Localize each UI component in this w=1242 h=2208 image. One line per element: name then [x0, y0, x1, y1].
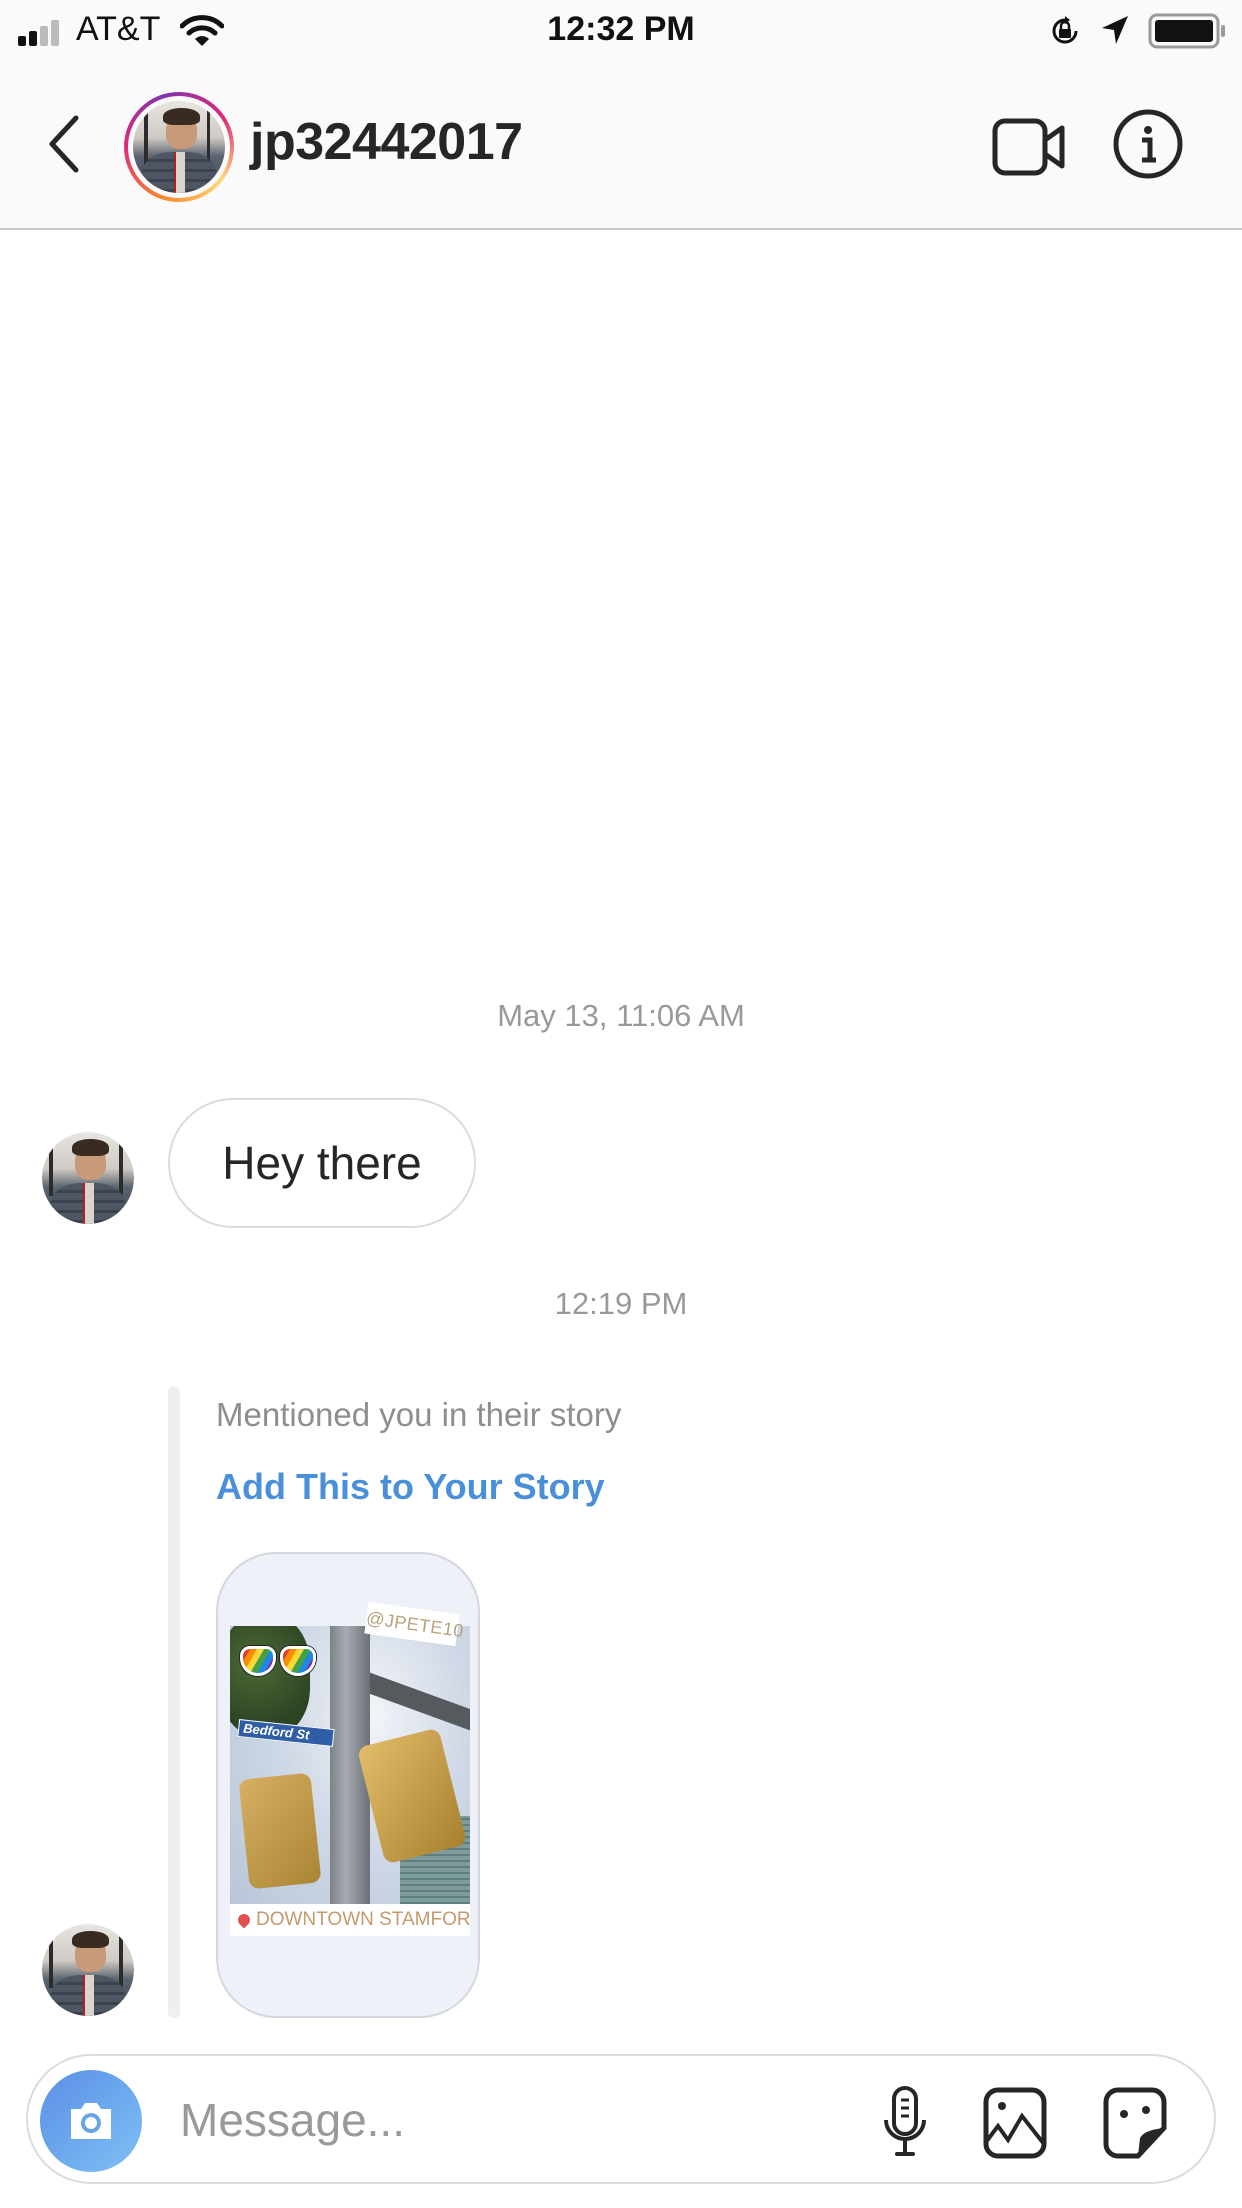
- sender-avatar[interactable]: [42, 1924, 134, 2016]
- story-reply-rail: [168, 1386, 180, 2018]
- location-sticker: DOWNTOWN STAMFORD: [230, 1904, 470, 1936]
- message-bubble[interactable]: Hey there: [168, 1098, 476, 1228]
- info-button[interactable]: [1112, 108, 1184, 180]
- street-sign: Bedford St: [237, 1719, 335, 1747]
- username-title[interactable]: jp32442017: [250, 112, 523, 172]
- orientation-lock-icon: [1052, 16, 1078, 44]
- sticker-button[interactable]: [1100, 2086, 1170, 2160]
- status-bar: AT&T 12:32 PM: [0, 0, 1242, 62]
- microphone-button[interactable]: [870, 2086, 940, 2160]
- gallery-button[interactable]: [980, 2086, 1050, 2160]
- story-mention-caption: Mentioned you in their story: [216, 1396, 622, 1433]
- sender-avatar[interactable]: [42, 1132, 134, 1224]
- sunglasses-sticker: [238, 1646, 318, 1678]
- camera-icon: [71, 2103, 111, 2139]
- avatar-photo: [133, 101, 225, 193]
- timestamp: 12:19 PM: [554, 1286, 688, 1321]
- location-arrow-icon: [1102, 16, 1128, 44]
- location-pin-icon: [235, 1911, 253, 1929]
- timestamp: May 13, 11:06 AM: [497, 998, 745, 1033]
- back-button[interactable]: [44, 112, 84, 176]
- video-call-button[interactable]: [992, 116, 1066, 178]
- message-input[interactable]: [180, 2080, 860, 2160]
- story-preview-card[interactable]: Bedford St @JPETE10 DOWNTOWN STAMFORD: [216, 1552, 480, 2018]
- profile-avatar[interactable]: [124, 92, 234, 202]
- battery-icon: [1148, 13, 1225, 49]
- message-text: Hey there: [222, 1137, 422, 1189]
- chat-header: jp32442017: [0, 62, 1242, 230]
- message-composer: [26, 2054, 1216, 2184]
- add-to-story-link[interactable]: Add This to Your Story: [216, 1466, 605, 1508]
- camera-button[interactable]: [40, 2070, 142, 2172]
- story-image: Bedford St: [230, 1626, 470, 1926]
